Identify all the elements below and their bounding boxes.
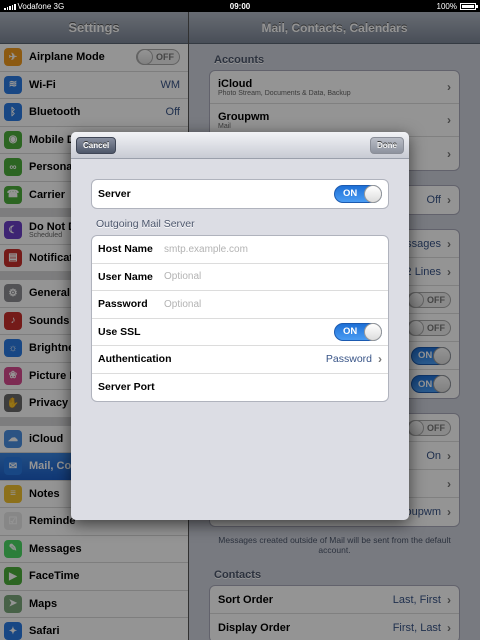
server-row: Server ON bbox=[92, 180, 388, 208]
use-ssl-toggle[interactable]: ON bbox=[334, 322, 382, 341]
server-toggle-label: ON bbox=[343, 188, 358, 200]
server-port-row[interactable]: Server Port bbox=[92, 374, 388, 402]
battery-icon bbox=[460, 2, 478, 10]
done-button[interactable]: Done bbox=[370, 137, 404, 154]
server-group: Server ON bbox=[91, 179, 389, 209]
modal-toolbar: Cancel Done bbox=[71, 132, 409, 159]
password-row[interactable]: Password Optional bbox=[92, 291, 388, 319]
signal-icon bbox=[4, 3, 16, 10]
battery-label: 100% bbox=[436, 1, 457, 11]
clock: 09:00 bbox=[229, 1, 251, 11]
password-input[interactable]: Optional bbox=[164, 299, 382, 310]
cancel-button[interactable]: Cancel bbox=[76, 137, 117, 154]
host-name-label: Host Name bbox=[98, 243, 153, 256]
status-bar: Vodafone 3G 09:00 100% bbox=[0, 0, 480, 12]
host-name-input[interactable]: smtp.example.com bbox=[164, 244, 382, 255]
outgoing-server-group: Host Name smtp.example.com User Name Opt… bbox=[91, 235, 389, 402]
host-name-row[interactable]: Host Name smtp.example.com bbox=[92, 236, 388, 264]
authentication-row[interactable]: Authentication Password › bbox=[92, 346, 388, 374]
carrier-label: Vodafone 3G bbox=[17, 1, 65, 11]
server-label: Server bbox=[98, 187, 131, 200]
carrier: Vodafone 3G bbox=[4, 2, 64, 11]
battery: 100% bbox=[436, 1, 478, 11]
authentication-label: Authentication bbox=[98, 353, 172, 366]
authentication-value: Password bbox=[325, 353, 372, 366]
user-name-label: User Name bbox=[98, 270, 153, 283]
outgoing-section-title: Outgoing Mail Server bbox=[96, 218, 195, 230]
use-ssl-row: Use SSL ON bbox=[92, 319, 388, 346]
password-label: Password bbox=[98, 298, 148, 311]
use-ssl-label: Use SSL bbox=[98, 325, 141, 338]
chevron-right-icon: › bbox=[378, 352, 382, 367]
user-name-row[interactable]: User Name Optional bbox=[92, 264, 388, 291]
user-name-input[interactable]: Optional bbox=[164, 271, 382, 282]
outgoing-server-modal: Cancel Done Server ON Outgoing Mail Serv… bbox=[71, 132, 409, 520]
server-port-label: Server Port bbox=[98, 381, 155, 394]
server-toggle[interactable]: ON bbox=[334, 184, 382, 203]
use-ssl-toggle-label: ON bbox=[343, 326, 358, 338]
